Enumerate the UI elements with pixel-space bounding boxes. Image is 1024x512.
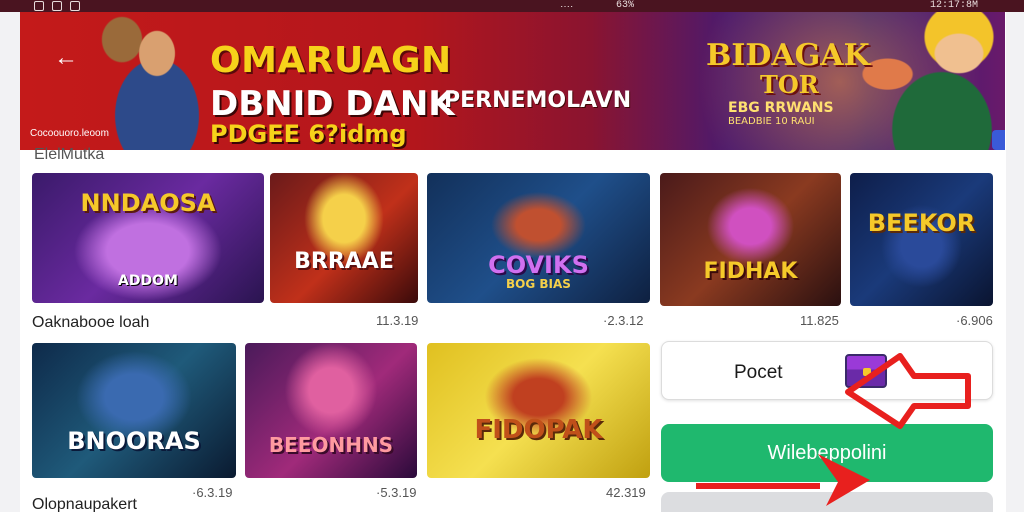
post-button-label: Pocet [734,362,783,383]
game-title: FIDHAK [703,259,798,284]
banner-subtitle: PERNEMOLAVN [444,88,632,113]
notification-icon [52,1,62,11]
game-card[interactable]: FIDHAK [660,173,841,306]
promo-subtitle-small: BEADBIE 10 RAUI [728,116,815,127]
banner-caption: Cocoouoro.leoom [30,128,109,139]
game-meta: 11.825 [800,313,839,328]
back-arrow-icon[interactable]: ← [54,46,78,70]
clock: 12:17:8M [930,0,979,11]
game-meta: 11.3.19 [376,313,419,328]
game-meta: ·6.3.19 [192,485,233,500]
notification-icon [34,1,44,11]
game-meta: 42.319 [606,485,646,500]
game-art [245,343,417,478]
share-icon[interactable] [992,130,1005,150]
game-meta: ·6.906 [956,313,993,328]
battery-level: 63% [616,0,635,11]
promo-title: BIDAGAK [706,38,870,73]
hero-character-right [840,12,1005,150]
game-title: NNDAOSA [80,189,216,217]
game-card[interactable]: NNDAOSA ADDOM [32,173,264,303]
section-title: ElelMutka [34,146,105,163]
banner-title-line-3: PDGEE 6?idmg [210,120,407,148]
post-button[interactable]: Pocet [661,341,993,400]
primary-action-label: Wilebeppolini [767,442,887,464]
treasure-chest-icon [845,354,887,388]
status-bar: ‥‥ 63% 12:17:8M [0,0,1024,12]
game-art [850,173,993,306]
signal-icon: ‥‥ [560,0,574,11]
banner-title: OMARUAGN [210,40,452,81]
game-art [660,173,841,306]
game-card[interactable]: BEEKOR [850,173,993,306]
promo-title-line-2: TOR [760,70,819,99]
game-art [32,343,236,478]
game-subtitle: ADDOM [118,273,178,289]
game-card[interactable]: COVIKS BOG BIAS [427,173,650,303]
game-meta: ·5.3.19 [376,485,417,500]
game-title: BEEKOR [867,209,976,237]
game-art [427,343,650,478]
row-label: Oaknabooe loah [32,314,150,331]
promo-banner[interactable]: ← OMARUAGN DBNID DANK PDGEE 6?idmg PERNE… [20,12,1005,150]
banner-title-line-2: DBNID DANK [210,84,455,124]
promo-subtitle: EBG RRWANS [728,100,834,116]
game-subtitle: BOG BIAS [506,277,571,291]
notification-icon [70,1,80,11]
notification-icons [34,1,80,11]
game-title: BNOORAS [67,427,201,455]
game-card[interactable]: FIDOPAK [427,343,650,478]
game-card[interactable]: BNOORAS [32,343,236,478]
game-title: FIDOPAK [474,415,603,445]
game-title: BEEONHNS [268,433,394,457]
game-title: BRRAAE [294,249,394,274]
game-card[interactable]: BRRAAE [270,173,418,303]
game-art [270,173,418,303]
game-title: COVIKS [488,251,589,279]
game-card[interactable]: BEEONHNS [245,343,417,478]
row-label: Olopnaupakert [32,496,137,512]
game-meta: ·2.3.12 [603,313,644,328]
primary-action-button[interactable]: Wilebeppolini [661,424,993,482]
secondary-action-button[interactable] [661,492,993,512]
